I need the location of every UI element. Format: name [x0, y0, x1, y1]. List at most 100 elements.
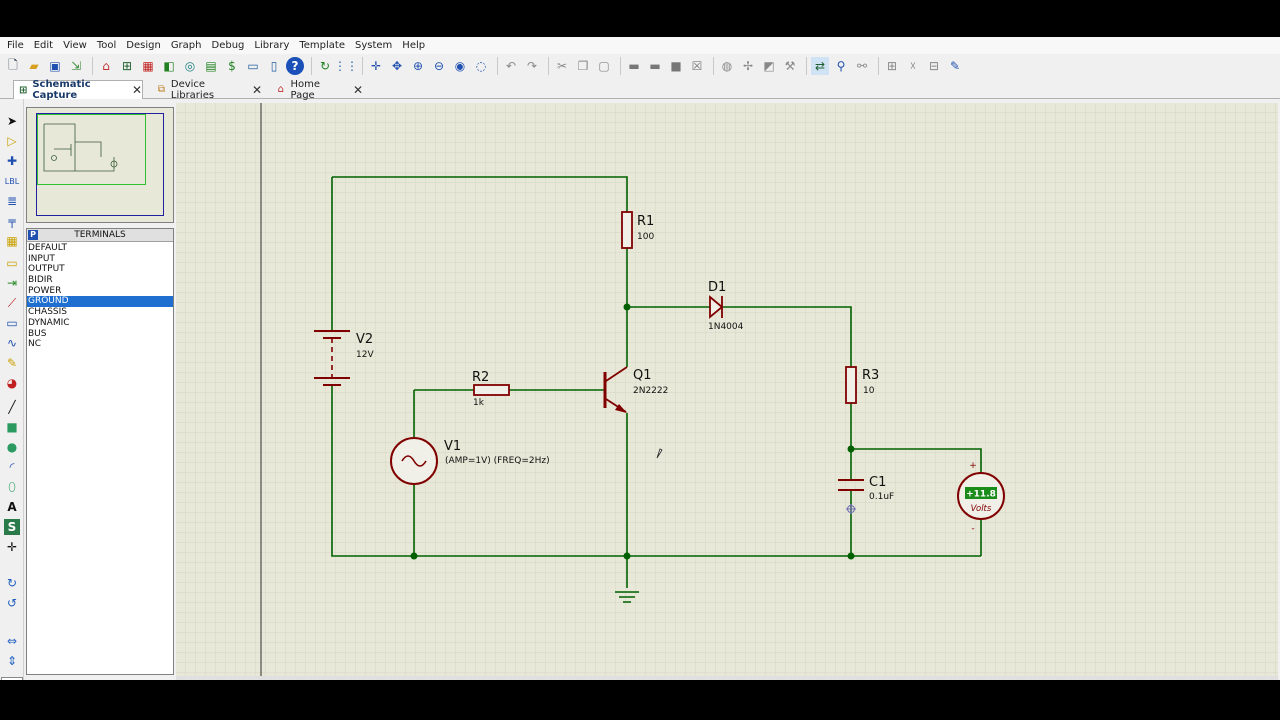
- save-icon[interactable]: ▣: [46, 57, 64, 75]
- marker-icon[interactable]: ✛: [4, 539, 20, 555]
- device-pins-icon[interactable]: ⇥: [4, 275, 20, 291]
- block-rotate-icon[interactable]: ■: [667, 57, 685, 75]
- menu-debug[interactable]: Debug: [207, 40, 250, 51]
- zoom-all-icon[interactable]: ◉: [451, 57, 469, 75]
- open-folder-icon[interactable]: ▰: [25, 57, 43, 75]
- notes-icon[interactable]: ▯: [265, 57, 283, 75]
- block-delete-icon[interactable]: ☒: [688, 57, 706, 75]
- block-copy-icon[interactable]: ▬: [625, 57, 643, 75]
- new-file-icon[interactable]: 🗋: [4, 57, 22, 75]
- line-icon[interactable]: ╱: [4, 399, 20, 415]
- terminals-mode-icon[interactable]: ▭: [4, 255, 20, 271]
- packaging-icon[interactable]: ◩: [760, 57, 778, 75]
- close-icon[interactable]: ✕: [132, 83, 142, 97]
- gerber-icon[interactable]: ◎: [181, 57, 199, 75]
- origin-icon[interactable]: ✛: [367, 57, 385, 75]
- close-icon[interactable]: ✕: [252, 83, 262, 97]
- tab-home-page[interactable]: ⌂ Home Page ✕: [271, 79, 363, 101]
- zoom-area-icon[interactable]: ◌: [472, 57, 490, 75]
- arc-icon[interactable]: ◜: [4, 459, 20, 475]
- component-mode-icon[interactable]: ▷: [4, 133, 20, 149]
- bom-icon[interactable]: ▤: [202, 57, 220, 75]
- import-icon[interactable]: ⇲: [67, 57, 85, 75]
- close-icon[interactable]: ✕: [353, 83, 363, 97]
- pcb-icon[interactable]: ▦: [139, 57, 157, 75]
- menu-edit[interactable]: Edit: [29, 40, 58, 51]
- rotate-anticlockwise-icon[interactable]: ↺: [4, 595, 20, 611]
- schematic-icon[interactable]: ⊞: [118, 57, 136, 75]
- box-icon[interactable]: ■: [4, 419, 20, 435]
- decompose-icon[interactable]: ⚒: [781, 57, 799, 75]
- menu-help[interactable]: Help: [397, 40, 430, 51]
- overview-window[interactable]: [26, 107, 174, 223]
- zoom-in-icon[interactable]: ⊕: [409, 57, 427, 75]
- exit-parent-icon[interactable]: ⊟: [925, 57, 943, 75]
- undo-icon[interactable]: ↶: [502, 57, 520, 75]
- mirror-vertical-icon[interactable]: ⇕: [4, 653, 20, 669]
- list-item[interactable]: CHASSIS: [27, 307, 173, 318]
- graph-mode-icon[interactable]: ⟋: [4, 295, 20, 311]
- symbol-icon[interactable]: S: [4, 519, 20, 535]
- tab-device-libraries[interactable]: ⧉ Device Libraries ✕: [152, 79, 262, 101]
- list-item[interactable]: NC: [27, 339, 173, 350]
- junction-dot-icon[interactable]: ✚: [4, 153, 20, 169]
- block-move-icon[interactable]: ▬: [646, 57, 664, 75]
- generator-mode-icon[interactable]: ∿: [4, 335, 20, 351]
- menu-tool[interactable]: Tool: [92, 40, 121, 51]
- copy-icon[interactable]: ❐: [574, 57, 592, 75]
- list-item-selected[interactable]: GROUND: [27, 296, 173, 308]
- grid-icon[interactable]: ⋮⋮: [334, 57, 358, 75]
- redo-icon[interactable]: ↷: [523, 57, 541, 75]
- source-code-icon[interactable]: ▭: [244, 57, 262, 75]
- list-item[interactable]: BUS: [27, 329, 173, 340]
- menu-template[interactable]: Template: [294, 40, 350, 51]
- pick-devices-button[interactable]: P: [28, 230, 38, 240]
- path-icon[interactable]: ⬯: [4, 479, 20, 495]
- search-icon[interactable]: ⚲: [832, 57, 850, 75]
- horizontal-scrollbar[interactable]: [176, 676, 1278, 680]
- list-item[interactable]: DYNAMIC: [27, 318, 173, 329]
- voltage-probe-icon[interactable]: ✎: [4, 355, 20, 371]
- list-item[interactable]: BIDIR: [27, 275, 173, 286]
- tab-schematic-capture[interactable]: ⊞ Schematic Capture ✕: [13, 79, 143, 101]
- rotate-clockwise-icon[interactable]: ↻: [4, 575, 20, 591]
- menu-file[interactable]: File: [2, 40, 29, 51]
- menu-graph[interactable]: Graph: [166, 40, 207, 51]
- list-item[interactable]: INPUT: [27, 254, 173, 265]
- menu-system[interactable]: System: [350, 40, 397, 51]
- 3d-view-icon[interactable]: ◧: [160, 57, 178, 75]
- schematic-canvas[interactable]: R1 100 R2 1k R3 10 D1 1N4004 Q1 2N2222 V…: [176, 103, 1278, 678]
- menu-library[interactable]: Library: [249, 40, 294, 51]
- pan-icon[interactable]: ✥: [388, 57, 406, 75]
- subcircuit-icon[interactable]: ▦: [4, 233, 20, 249]
- menu-view[interactable]: View: [58, 40, 92, 51]
- selection-mode-icon[interactable]: ➤: [4, 113, 20, 129]
- cost-icon[interactable]: $: [223, 57, 241, 75]
- rotation-angle-field[interactable]: 0°: [1, 677, 23, 680]
- wire-label-icon[interactable]: LBL: [4, 173, 20, 189]
- text-icon[interactable]: A: [4, 499, 20, 515]
- circle-icon[interactable]: ●: [4, 439, 20, 455]
- virtual-instruments-icon[interactable]: ◕: [4, 375, 20, 391]
- wire-autorouter-icon[interactable]: ⇄: [811, 57, 829, 75]
- paste-icon[interactable]: ▢: [595, 57, 613, 75]
- menu-design[interactable]: Design: [121, 40, 166, 51]
- tape-recorder-icon[interactable]: ▭: [4, 315, 20, 331]
- home-icon[interactable]: ⌂: [97, 57, 115, 75]
- buses-icon[interactable]: ╤: [4, 213, 20, 229]
- text-script-icon[interactable]: ≣: [4, 193, 20, 209]
- list-item[interactable]: POWER: [27, 286, 173, 297]
- new-sheet-icon[interactable]: ⊞: [883, 57, 901, 75]
- list-item[interactable]: OUTPUT: [27, 264, 173, 275]
- mirror-horizontal-icon[interactable]: ⇔: [4, 633, 20, 649]
- make-device-icon[interactable]: ✢: [739, 57, 757, 75]
- design-explorer-icon[interactable]: ✎: [946, 57, 964, 75]
- refresh-icon[interactable]: ↻: [316, 57, 334, 75]
- help-icon[interactable]: ?: [286, 57, 304, 75]
- list-item[interactable]: DEFAULT: [27, 243, 173, 254]
- remove-sheet-icon[interactable]: ☓: [904, 57, 922, 75]
- zoom-out-icon[interactable]: ⊖: [430, 57, 448, 75]
- cut-icon[interactable]: ✂: [553, 57, 571, 75]
- property-tool-icon[interactable]: ⚯: [853, 57, 871, 75]
- pick-device-icon[interactable]: ◍: [718, 57, 736, 75]
